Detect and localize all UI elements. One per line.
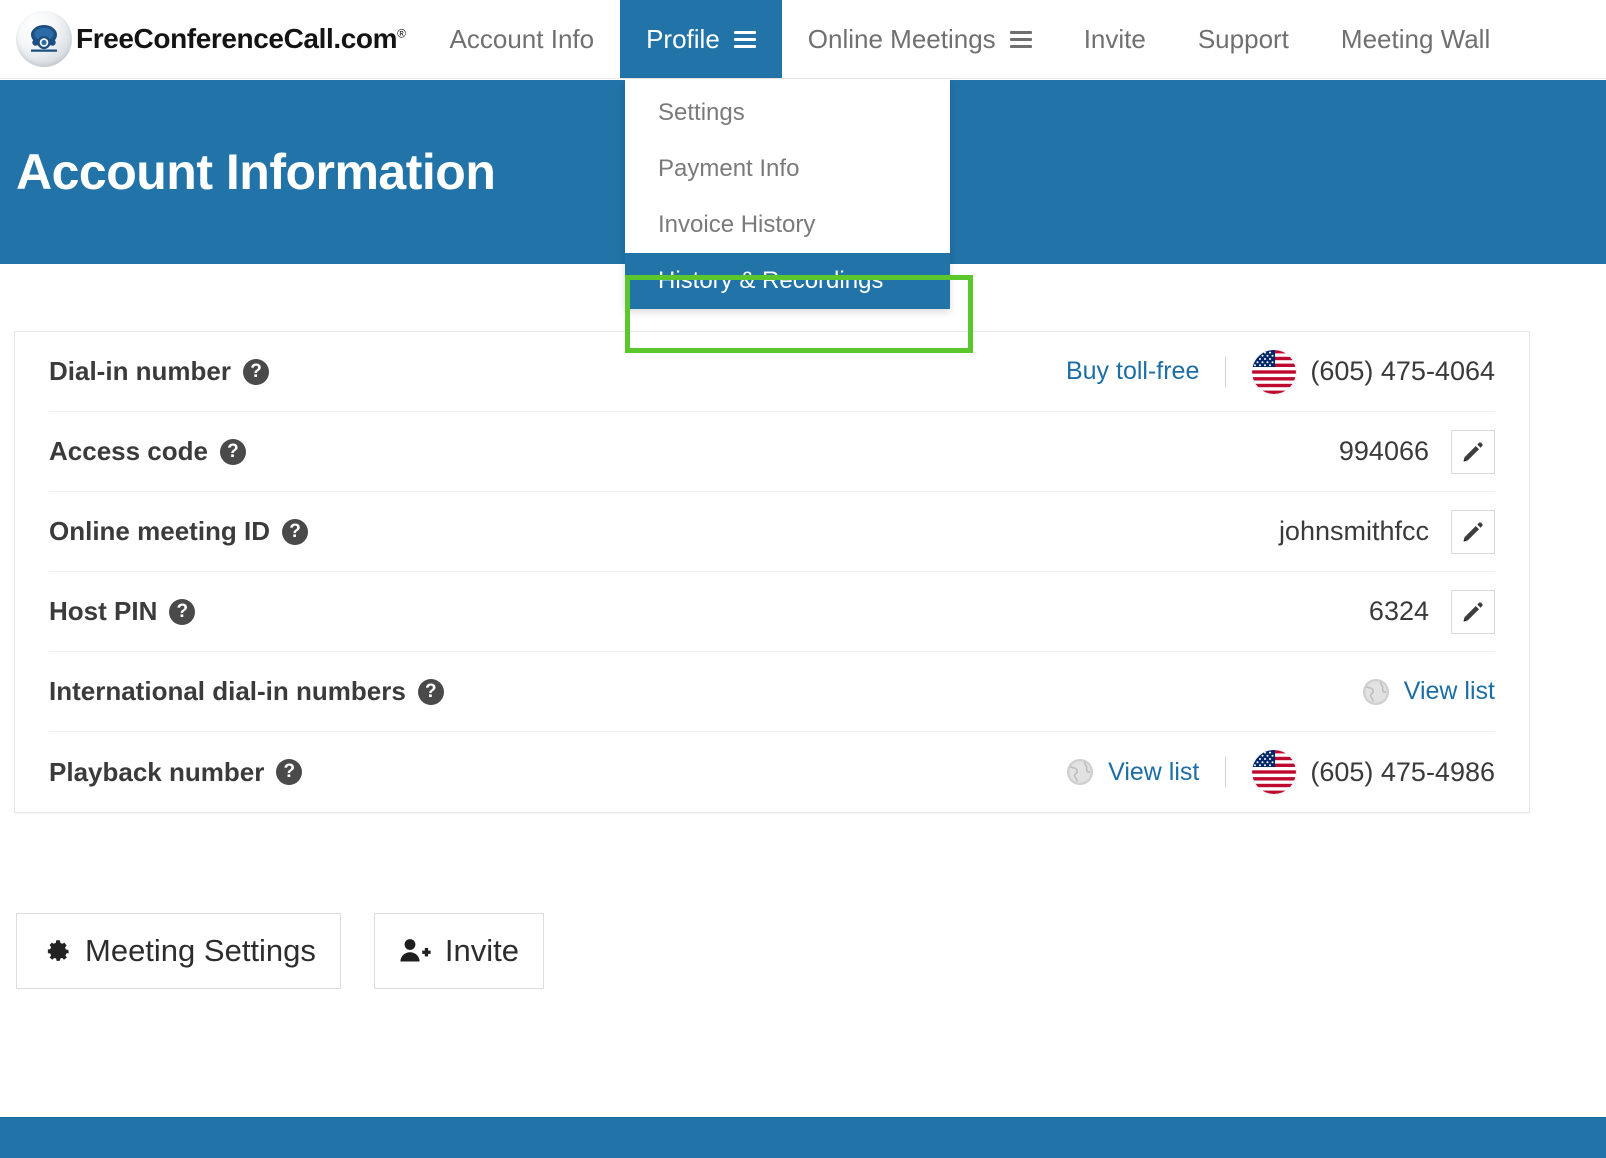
top-navigation-bar: FreeConferenceCall.com® Account Info Pro… bbox=[0, 0, 1606, 79]
nav-item-invite[interactable]: Invite bbox=[1058, 0, 1172, 78]
row-value-group: View list bbox=[1362, 677, 1495, 706]
row-label-dial-in-number: Dial-in number ? bbox=[49, 356, 270, 387]
dial-in-number-value: (605) 475-4064 bbox=[1310, 356, 1495, 386]
registered-mark: ® bbox=[397, 26, 406, 41]
globe-icon bbox=[1362, 678, 1390, 706]
row-value-group: 6324 bbox=[1368, 589, 1495, 634]
nav-item-online-meetings[interactable]: Online Meetings bbox=[782, 0, 1058, 78]
page-title: Account Information bbox=[16, 144, 496, 200]
nav-item-support[interactable]: Support bbox=[1172, 0, 1315, 78]
edit-online-meeting-id-button[interactable] bbox=[1451, 509, 1495, 554]
globe-glyph bbox=[1067, 759, 1094, 785]
nav-item-account-info[interactable]: Account Info bbox=[424, 0, 621, 78]
nav-item-label: Profile bbox=[646, 23, 720, 54]
row-value-group: View list bbox=[1066, 750, 1495, 794]
pencil-icon bbox=[1463, 441, 1483, 461]
row-label-text: Online meeting ID bbox=[49, 516, 271, 546]
dropdown-item-payment-info[interactable]: Payment Info bbox=[625, 141, 950, 197]
table-row: Host PIN ? 6324 bbox=[49, 572, 1495, 652]
buy-toll-free-link[interactable]: Buy toll-free bbox=[1066, 357, 1199, 386]
nav-item-label: Invite bbox=[1083, 23, 1146, 54]
telephone-glyph bbox=[31, 25, 57, 52]
dropdown-item-label: Settings bbox=[658, 99, 745, 126]
pencil-icon bbox=[1463, 601, 1483, 621]
us-flag-icon bbox=[1252, 349, 1297, 394]
nav-item-label: Meeting Wall bbox=[1340, 23, 1491, 54]
row-label-text: International dial-in numbers bbox=[49, 676, 406, 706]
profile-dropdown-menu: Settings Payment Info Invoice History Hi… bbox=[625, 79, 973, 353]
question-mark-icon[interactable]: ? bbox=[417, 678, 444, 705]
row-value-group: 994066 bbox=[1338, 429, 1495, 474]
brand-name-text: FreeConferenceCall.com bbox=[76, 23, 398, 54]
gear-icon bbox=[47, 940, 69, 961]
brand-name: FreeConferenceCall.com® bbox=[76, 25, 406, 53]
table-row: International dial-in numbers ? View lis… bbox=[49, 652, 1495, 732]
meeting-settings-button[interactable]: Meeting Settings bbox=[16, 913, 341, 989]
pencil-icon bbox=[1463, 521, 1483, 541]
hamburger-menu-icon bbox=[733, 30, 756, 48]
edit-host-pin-button[interactable] bbox=[1451, 589, 1495, 634]
row-label-international-dial-in-numbers: International dial-in numbers ? bbox=[49, 676, 444, 707]
us-flag-icon bbox=[1252, 750, 1297, 794]
table-row: Playback number ? View list (605) 475-49… bbox=[49, 732, 1495, 812]
dropdown-item-invoice-history[interactable]: Invoice History bbox=[625, 197, 950, 253]
dropdown-item-label: Invoice History bbox=[658, 211, 816, 238]
globe-glyph bbox=[1362, 678, 1389, 705]
dropdown-item-label: History & Recordings bbox=[658, 267, 884, 294]
row-label-text: Host PIN bbox=[49, 596, 158, 626]
nav-item-label: Account Info bbox=[449, 23, 595, 54]
row-label-text: Dial-in number bbox=[49, 356, 232, 386]
dropdown-item-history-and-recordings[interactable]: History & Recordings bbox=[625, 253, 950, 309]
dropdown-item-label: Payment Info bbox=[658, 155, 800, 182]
edit-access-code-button[interactable] bbox=[1451, 429, 1495, 474]
action-buttons: Meeting Settings Invite bbox=[16, 913, 545, 989]
us-flag-glyph bbox=[1252, 750, 1297, 794]
page-root: FreeConferenceCall.com® Account Info Pro… bbox=[0, 0, 1606, 1158]
host-pin-value: 6324 bbox=[1368, 596, 1429, 626]
brand-logo-link[interactable]: FreeConferenceCall.com® bbox=[0, 0, 424, 78]
add-user-icon bbox=[400, 939, 431, 962]
meeting-settings-label: Meeting Settings bbox=[85, 933, 316, 968]
hamburger-menu-icon bbox=[1009, 30, 1032, 48]
telephone-logo-icon bbox=[16, 11, 72, 67]
table-row: Access code ? 994066 bbox=[49, 412, 1495, 492]
online-meeting-id-value: johnsmithfcc bbox=[1278, 516, 1429, 546]
nav-items: Account Info Profile Online Meetings Inv… bbox=[424, 0, 1517, 78]
row-value-group: johnsmithfcc bbox=[1278, 509, 1495, 554]
international-view-list-link[interactable]: View list bbox=[1404, 677, 1495, 706]
row-label-text: Access code bbox=[49, 436, 208, 466]
row-value-group: Buy toll-free (605) 475-4064 bbox=[1066, 349, 1495, 394]
row-label-host-pin: Host PIN ? bbox=[49, 596, 196, 627]
table-row: Dial-in number ? Buy toll-free (605) 475… bbox=[49, 332, 1495, 412]
page-footer bbox=[0, 1117, 1606, 1158]
row-label-access-code: Access code ? bbox=[49, 436, 246, 467]
question-mark-icon[interactable]: ? bbox=[169, 598, 196, 625]
row-label-playback-number: Playback number ? bbox=[49, 756, 303, 788]
question-mark-icon[interactable]: ? bbox=[282, 518, 309, 545]
question-mark-icon[interactable]: ? bbox=[219, 438, 246, 465]
nav-item-meeting-wall[interactable]: Meeting Wall bbox=[1315, 0, 1516, 78]
globe-icon bbox=[1066, 758, 1094, 786]
row-label-online-meeting-id: Online meeting ID ? bbox=[49, 516, 309, 547]
question-mark-icon[interactable]: ? bbox=[276, 759, 303, 785]
table-row: Online meeting ID ? johnsmithfcc bbox=[49, 492, 1495, 572]
playback-number-value: (605) 475-4986 bbox=[1310, 756, 1495, 787]
vertical-separator bbox=[1225, 356, 1227, 387]
account-information-card: Dial-in number ? Buy toll-free (605) 475… bbox=[14, 331, 1530, 813]
vertical-separator bbox=[1225, 757, 1227, 787]
nav-item-profile[interactable]: Profile bbox=[620, 0, 782, 78]
invite-button[interactable]: Invite bbox=[373, 913, 545, 989]
question-mark-icon[interactable]: ? bbox=[243, 358, 270, 385]
nav-item-label: Support bbox=[1197, 23, 1289, 54]
access-code-value: 994066 bbox=[1338, 436, 1429, 466]
playback-view-list-link[interactable]: View list bbox=[1108, 758, 1199, 787]
invite-label: Invite bbox=[444, 933, 520, 968]
nav-item-label: Online Meetings bbox=[807, 23, 996, 54]
dropdown-item-settings[interactable]: Settings bbox=[625, 85, 950, 141]
us-flag-glyph bbox=[1252, 349, 1297, 394]
row-label-text: Playback number bbox=[49, 756, 265, 787]
